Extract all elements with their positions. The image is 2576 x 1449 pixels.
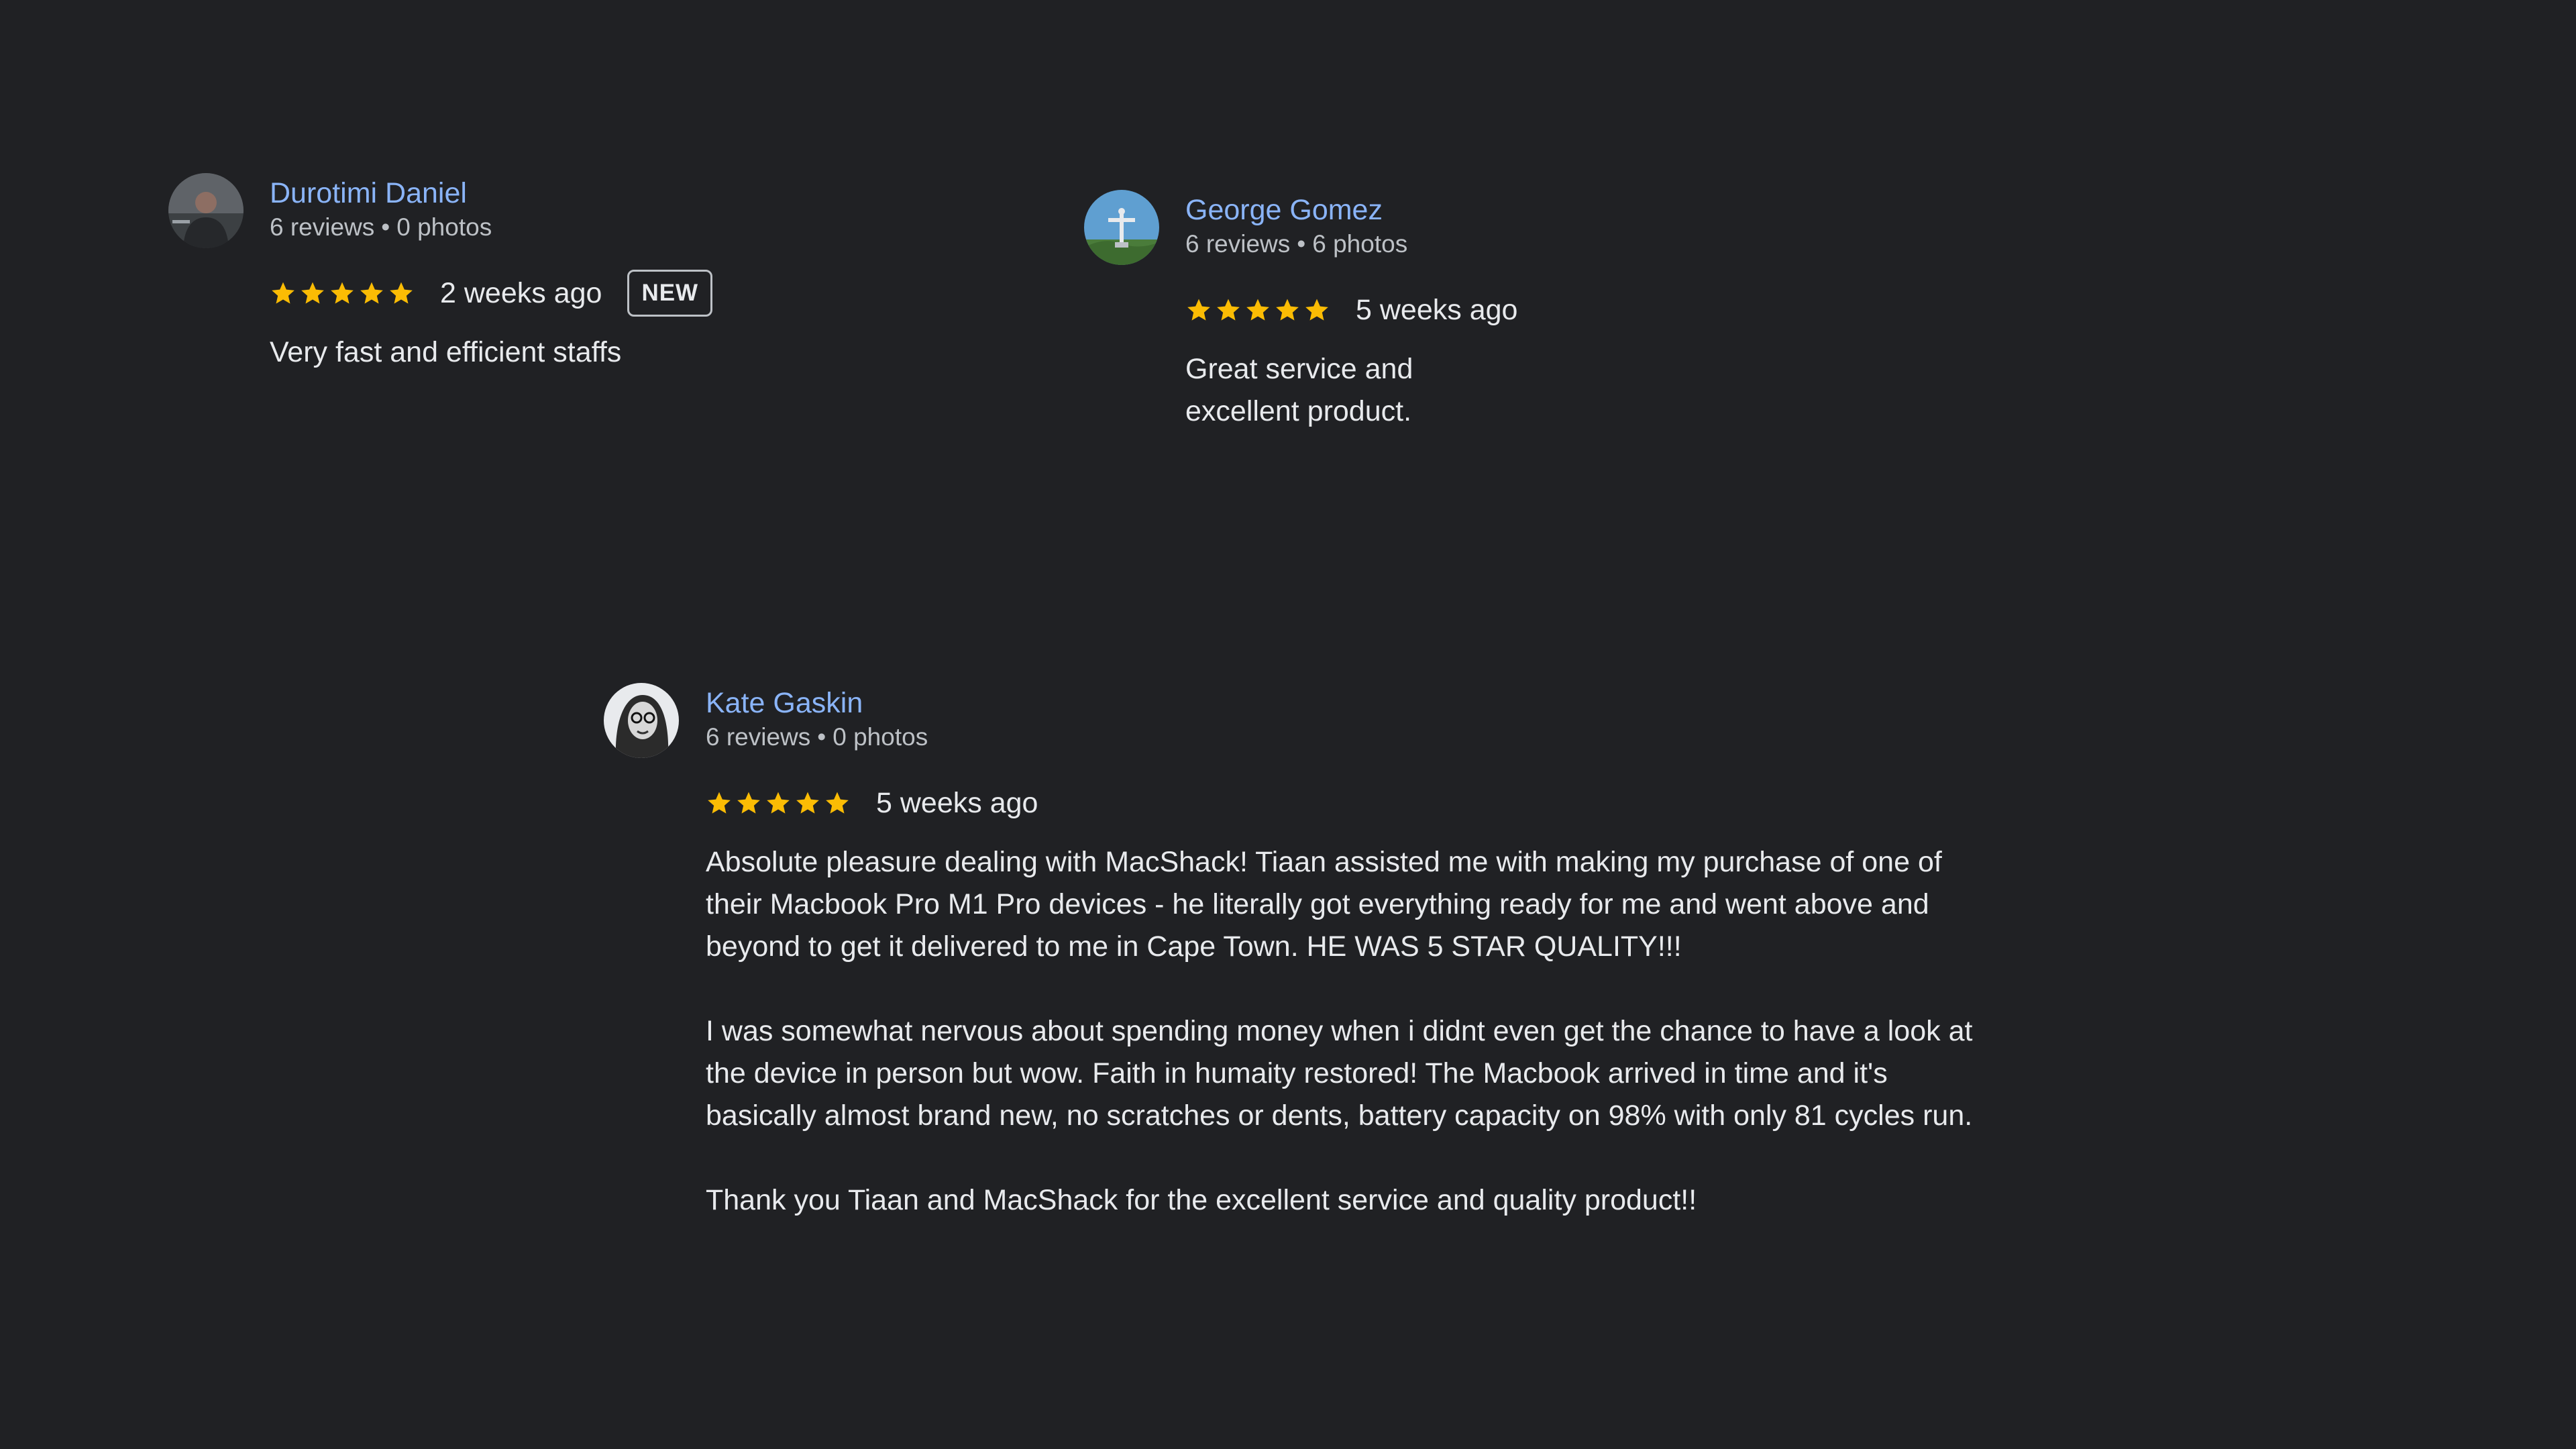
review-date: 2 weeks ago	[440, 277, 602, 309]
star-rating	[706, 790, 851, 816]
reviewer-avatar[interactable]	[1084, 190, 1159, 265]
star-icon	[299, 280, 326, 307]
reviewer-name[interactable]: George Gomez	[1185, 193, 1517, 227]
avatar-icon	[1084, 190, 1159, 265]
reviewer-name[interactable]: Kate Gaskin	[706, 686, 1994, 720]
review-text: Very fast and efficient staffs	[270, 331, 712, 374]
meta-separator: •	[381, 213, 390, 241]
star-icon	[735, 790, 762, 816]
reviews-count: 6 reviews	[706, 723, 811, 751]
review-paragraph: Very fast and efficient staffs	[270, 336, 622, 368]
reviewer-meta: 6 reviews • 0 photos	[270, 212, 712, 243]
meta-separator: •	[1297, 230, 1306, 258]
star-icon	[1274, 297, 1301, 323]
reviewer-avatar[interactable]	[604, 683, 679, 758]
review-date: 5 weeks ago	[1356, 294, 1518, 326]
star-icon	[1185, 297, 1212, 323]
star-icon	[358, 280, 385, 307]
reviewer-avatar[interactable]	[168, 173, 244, 248]
reviewer-meta: 6 reviews • 6 photos	[1185, 229, 1517, 260]
star-icon	[794, 790, 821, 816]
review-paragraph: Absolute pleasure dealing with MacShack!…	[706, 846, 1942, 963]
review-date: 5 weeks ago	[876, 787, 1038, 819]
star-icon	[329, 280, 356, 307]
avatar-icon	[168, 173, 244, 248]
meta-separator: •	[817, 723, 826, 751]
star-rating	[270, 280, 415, 307]
photos-count: 6 photos	[1312, 230, 1408, 258]
star-rating	[1185, 297, 1330, 323]
review-paragraph: Great service and excellent product.	[1185, 353, 1413, 427]
reviews-count: 6 reviews	[1185, 230, 1291, 258]
new-badge: NEW	[627, 270, 713, 317]
reviewer-name[interactable]: Durotimi Daniel	[270, 176, 712, 211]
star-icon	[1303, 297, 1330, 323]
rating-row: 5 weeks ago	[1185, 286, 1517, 333]
rating-row: 5 weeks ago	[706, 780, 1994, 826]
star-icon	[388, 280, 415, 307]
avatar-icon	[604, 683, 679, 758]
review-paragraph: Thank you Tiaan and MacShack for the exc…	[706, 1184, 1697, 1216]
review-paragraph: I was somewhat nervous about spending mo…	[706, 1015, 1973, 1132]
photos-count: 0 photos	[833, 723, 928, 751]
review-text: Great service and excellent product.	[1185, 348, 1517, 433]
star-icon	[270, 280, 297, 307]
photos-count: 0 photos	[396, 213, 492, 241]
star-icon	[706, 790, 733, 816]
star-icon	[1215, 297, 1242, 323]
review-text: Absolute pleasure dealing with MacShack!…	[706, 841, 1994, 1222]
star-icon	[824, 790, 851, 816]
rating-row: 2 weeks ago NEW	[270, 270, 713, 317]
reviews-count: 6 reviews	[270, 213, 375, 241]
reviewer-meta: 6 reviews • 0 photos	[706, 722, 1994, 753]
star-icon	[765, 790, 792, 816]
star-icon	[1244, 297, 1271, 323]
